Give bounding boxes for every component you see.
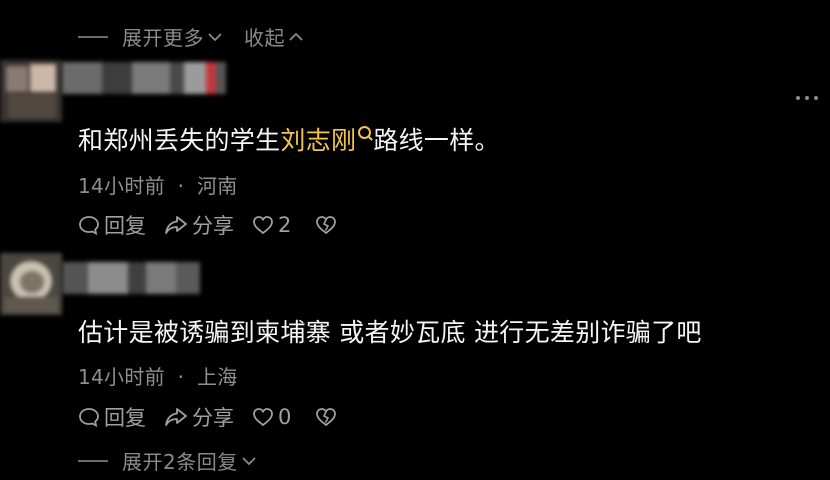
reply-label: 回复 — [104, 406, 146, 430]
expand-replies-button[interactable]: 展开2条回复 — [122, 446, 256, 475]
comment-time: 14小时前 — [78, 365, 165, 389]
like-button[interactable]: 0 — [252, 405, 291, 429]
dislike-button[interactable] — [315, 215, 337, 235]
avatar[interactable] — [0, 60, 62, 122]
comment-meta: 14小时前 · 上海 — [78, 361, 238, 390]
meta-separator: · — [177, 365, 185, 389]
username[interactable] — [62, 262, 200, 294]
share-icon — [165, 216, 187, 234]
chevron-down-icon — [242, 452, 256, 470]
search-icon[interactable] — [358, 126, 372, 139]
comment-text-before-link: 和郑州丢失的学生 — [78, 126, 281, 155]
like-count: 2 — [278, 213, 292, 237]
comment-text: 估计是被诱骗到柬埔寨 或者妙瓦底 进行无差别诈骗了吧 — [78, 318, 702, 347]
dislike-button[interactable] — [315, 407, 337, 427]
like-button[interactable]: 2 — [252, 213, 291, 237]
comment-actions: 回复 分享 0 — [78, 402, 337, 432]
expand-more-label: 展开更多 — [122, 26, 204, 50]
meta-separator: · — [177, 174, 185, 198]
collapse-label: 收起 — [244, 26, 285, 50]
thread-divider — [78, 459, 108, 462]
broken-heart-icon — [316, 408, 337, 427]
comment-actions: 回复 分享 2 — [78, 210, 337, 240]
reply-icon — [79, 408, 99, 428]
thread-toggle-bottom: 展开2条回复 — [78, 446, 278, 475]
username[interactable] — [62, 62, 226, 94]
broken-heart-icon — [316, 216, 337, 235]
comment-location: 河南 — [196, 174, 238, 198]
like-count: 0 — [278, 405, 292, 429]
search-link[interactable]: 刘志刚 — [280, 126, 356, 155]
previous-reply-cutoff — [80, 0, 400, 4]
reply-label: 回复 — [104, 214, 146, 238]
share-label: 分享 — [192, 406, 234, 430]
avatar[interactable] — [0, 253, 62, 315]
collapse-button[interactable]: 收起 — [244, 22, 303, 51]
reply-button[interactable]: 回复 — [78, 402, 146, 432]
comment-time: 14小时前 — [78, 174, 165, 198]
chevron-down-icon — [208, 28, 222, 46]
comment-text-after-link: 路线一样。 — [373, 126, 500, 155]
share-button[interactable]: 分享 — [164, 402, 234, 432]
thread-toggle-top: 展开更多 收起 — [78, 22, 325, 51]
more-options-icon[interactable] — [796, 94, 818, 102]
share-icon — [165, 408, 187, 426]
share-label: 分享 — [192, 214, 234, 238]
expand-more-button[interactable]: 展开更多 — [122, 22, 222, 51]
expand-replies-label: 展开2条回复 — [122, 450, 238, 474]
share-button[interactable]: 分享 — [164, 210, 234, 240]
chevron-up-icon — [289, 28, 303, 46]
reply-button[interactable]: 回复 — [78, 210, 146, 240]
heart-icon — [253, 216, 273, 235]
heart-icon — [253, 408, 273, 427]
comment-location: 上海 — [196, 365, 238, 389]
reply-icon — [79, 216, 99, 236]
thread-divider — [78, 35, 108, 38]
comment-text: 和郑州丢失的学生刘志刚 路线一样。 — [78, 121, 500, 157]
comment-meta: 14小时前 · 河南 — [78, 170, 238, 199]
